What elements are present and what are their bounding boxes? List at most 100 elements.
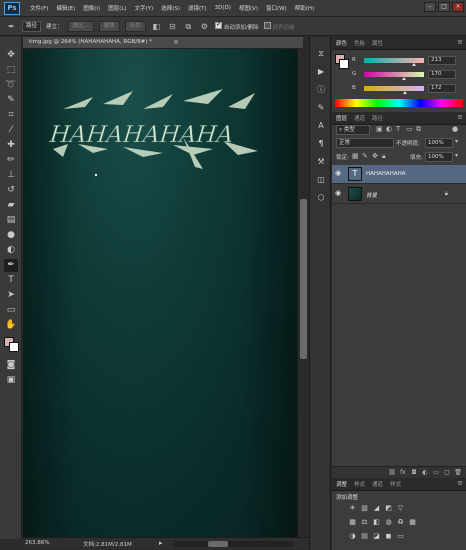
fill-input[interactable]: 100%	[425, 152, 453, 162]
green-handle-icon[interactable]	[402, 77, 407, 80]
marquee-tool-icon[interactable]: ⬚	[4, 64, 18, 77]
visibility-eye-icon[interactable]: ◉	[335, 189, 341, 197]
delete-layer-icon[interactable]: 🗑︎	[454, 469, 462, 478]
color-spectrum-bar[interactable]	[335, 99, 463, 107]
history-brush-tool-icon[interactable]: ↺	[4, 184, 18, 197]
red-value-input[interactable]: 213	[428, 56, 456, 65]
tab-swatches[interactable]: 色板	[354, 39, 365, 47]
menu-3d[interactable]: 3D(D)	[211, 5, 235, 11]
status-menu-arrow-icon[interactable]: ▸	[159, 539, 163, 547]
maximize-button[interactable]: □	[438, 2, 450, 12]
auto-add-delete-checkbox[interactable]: 自动添加/删除	[214, 20, 259, 31]
fill-dropdown-icon[interactable]: ▾	[455, 152, 458, 159]
invert-icon[interactable]: ◑	[348, 532, 357, 541]
vertical-scroll-thumb[interactable]	[300, 199, 307, 359]
eyedropper-tool-icon[interactable]: ⁄	[4, 124, 18, 137]
tab-channels-2[interactable]: 通道	[372, 480, 383, 488]
threshold-icon[interactable]: ◪	[372, 532, 381, 541]
quick-mask-icon[interactable]: ◙	[4, 359, 18, 372]
hue-saturation-icon[interactable]: ▦	[348, 518, 357, 527]
tab-layers[interactable]: 图层	[336, 114, 347, 122]
eraser-tool-icon[interactable]: ▰	[4, 199, 18, 212]
path-selection-tool-icon[interactable]: ➤	[4, 289, 18, 302]
menu-layer[interactable]: 图层(L)	[104, 4, 130, 12]
background-color-swatch[interactable]	[9, 342, 19, 352]
minimize-button[interactable]: –	[424, 2, 436, 12]
curves-icon[interactable]: ◢	[372, 504, 381, 513]
path-arrangement-icon[interactable]: ⧉	[183, 21, 194, 32]
posterize-icon[interactable]: ▤	[360, 532, 369, 541]
filter-toggle-icon[interactable]: ●	[452, 125, 458, 133]
anchor-point-icon[interactable]	[94, 173, 98, 177]
green-channel-slider[interactable]: G 170	[352, 70, 464, 80]
lock-transparency-icon[interactable]: ▦	[352, 152, 359, 160]
lock-pixels-icon[interactable]: ✎	[362, 152, 368, 160]
tab-color[interactable]: 颜色	[336, 39, 347, 47]
panel-menu-icon[interactable]: ≡	[457, 38, 463, 46]
gear-icon[interactable]: ⚙	[199, 21, 210, 32]
3d-panel-icon[interactable]: ⬡	[314, 191, 328, 204]
vertical-scrollbar[interactable]	[297, 49, 309, 537]
filter-pixel-icon[interactable]: ▣	[376, 125, 383, 133]
blur-tool-icon[interactable]: ●	[4, 229, 18, 242]
blue-handle-icon[interactable]	[402, 91, 407, 94]
photo-filter-icon[interactable]: ◍	[384, 518, 393, 527]
path-alignment-icon[interactable]: ⊟	[167, 21, 178, 32]
brightness-contrast-icon[interactable]: ☀	[348, 504, 357, 513]
red-handle-icon[interactable]	[412, 63, 417, 66]
color-balance-icon[interactable]: ⚖	[360, 518, 369, 527]
visibility-eye-icon[interactable]: ◉	[335, 169, 341, 177]
red-channel-slider[interactable]: R 213	[352, 56, 464, 66]
green-value-input[interactable]: 170	[428, 70, 456, 79]
color-lookup-icon[interactable]: ▦	[408, 518, 417, 527]
make-selection-button[interactable]: 选区...	[67, 20, 94, 32]
pen-tool-icon[interactable]: ✒	[6, 21, 17, 32]
new-group-icon[interactable]: ▭	[432, 469, 440, 478]
brush-tool-icon[interactable]: ✏	[4, 154, 18, 167]
panel-menu-icon[interactable]: ≡	[457, 113, 463, 121]
close-button[interactable]: ×	[452, 2, 464, 12]
timeline-panel-icon[interactable]: ◫	[314, 173, 328, 186]
make-shape-button[interactable]: 形状	[124, 20, 146, 32]
hand-tool-icon[interactable]: ✋	[4, 319, 18, 332]
lasso-tool-icon[interactable]: ➰	[4, 79, 18, 92]
filter-type-icon[interactable]: T	[396, 125, 400, 133]
opacity-dropdown-icon[interactable]: ▾	[455, 138, 458, 145]
new-layer-icon[interactable]: ▢	[443, 469, 451, 478]
type-tool-icon[interactable]: T	[4, 274, 18, 287]
tool-mode-select[interactable]: 路径	[22, 20, 42, 32]
align-edges-checkbox[interactable]: 对齐边缘	[263, 21, 295, 31]
move-tool-icon[interactable]: ✥	[4, 49, 18, 62]
exposure-icon[interactable]: ◩	[384, 504, 393, 513]
info-panel-icon[interactable]: ⓘ	[314, 83, 328, 96]
lock-all-icon[interactable]: 🔒︎	[382, 152, 386, 161]
menu-select[interactable]: 选择(S)	[157, 4, 184, 12]
layer-filter-select[interactable]: ⌕ 类型	[336, 125, 370, 135]
menu-file[interactable]: 文件(F)	[26, 4, 52, 12]
menu-edit[interactable]: 编辑(E)	[52, 4, 79, 12]
vibrance-icon[interactable]: ▽	[396, 504, 405, 513]
document-tab[interactable]: timg.jpg @ 264% (HAHAHAHAHA, RGB/8#) * ×	[23, 37, 303, 49]
close-tab-icon[interactable]: ×	[173, 38, 179, 46]
tab-adjustments[interactable]: 调整	[336, 480, 347, 488]
dodge-tool-icon[interactable]: ◐	[4, 244, 18, 257]
healing-brush-tool-icon[interactable]: ✚	[4, 139, 18, 152]
clone-stamp-tool-icon[interactable]: ⊥	[4, 169, 18, 182]
history-panel-icon[interactable]: ⧖	[314, 47, 328, 60]
rectangle-tool-icon[interactable]: ▭	[4, 304, 18, 317]
tab-paths[interactable]: 路径	[372, 114, 383, 122]
pen-tool-icon[interactable]: ✒	[4, 259, 18, 272]
tab-styles[interactable]: 样式	[354, 480, 365, 488]
horizontal-scrollbar[interactable]	[173, 541, 293, 547]
actions-panel-icon[interactable]: ▶	[314, 65, 328, 78]
selective-color-icon[interactable]: ◼	[384, 532, 393, 541]
gradient-tool-icon[interactable]: ▤	[4, 214, 18, 227]
menu-type[interactable]: 文字(Y)	[131, 4, 158, 12]
blue-channel-slider[interactable]: B 172	[352, 84, 464, 94]
levels-icon[interactable]: ▥	[360, 504, 369, 513]
tab-properties[interactable]: 属性	[372, 39, 383, 47]
layer-name[interactable]: 背景	[366, 191, 377, 199]
tool-presets-icon[interactable]: ⚒	[314, 155, 328, 168]
make-mask-button[interactable]: 蒙版	[98, 20, 120, 32]
panel-menu-icon[interactable]: ≡	[457, 479, 463, 487]
